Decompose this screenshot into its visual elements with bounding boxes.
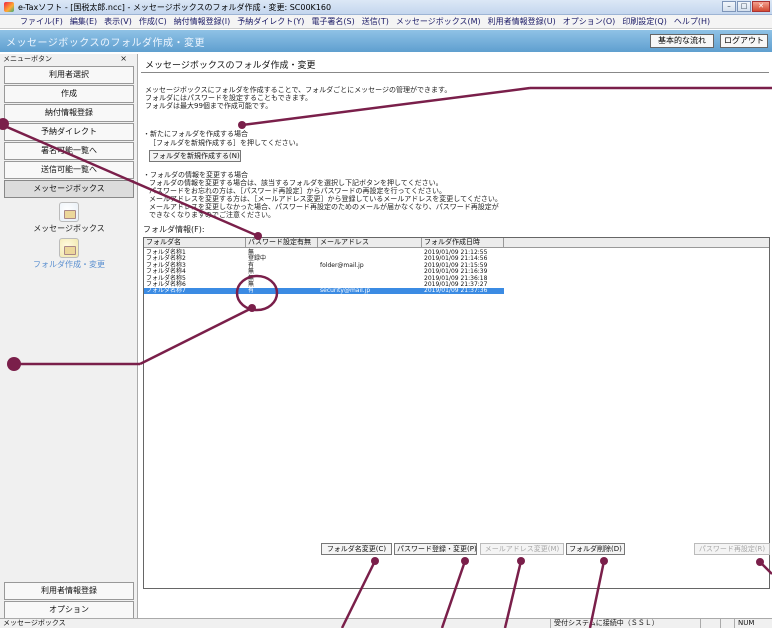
menu-create[interactable]: 作成(C) xyxy=(139,16,167,27)
sidebar-item-user-select[interactable]: 利用者選択 xyxy=(4,66,134,84)
menu-edit[interactable]: 編集(E) xyxy=(70,16,97,27)
intro-line: フォルダにはパスワードを設定することもできます。 xyxy=(145,94,313,102)
intro-line: フォルダは最大99個まで作成可能です。 xyxy=(145,102,273,110)
menu-signature[interactable]: 電子署名(S) xyxy=(311,16,354,27)
window-title: e-Taxソフト - [国税太郎.ncc] - メッセージボックスのフォルダ作成… xyxy=(18,2,332,12)
change-text-line: パスワードをお忘れの方は、［パスワード再設定］からパスワードの再設定を行ってくだ… xyxy=(149,187,446,195)
page-title: メッセージボックスのフォルダ作成・変更 xyxy=(145,61,316,71)
subitem-messagebox[interactable]: メッセージボックス xyxy=(4,202,134,234)
column-header-mail[interactable]: メールアドレス xyxy=(318,238,422,248)
table-cell: folder@mail.jp xyxy=(320,261,364,269)
mail-change-button[interactable]: メールアドレス変更(M) xyxy=(480,543,564,555)
folder-table[interactable]: フォルダ名 パスワード設定有無 メールアドレス フォルダ作成日時 フォルダ名称1… xyxy=(143,237,770,589)
change-text-line: できなくなりますのでご注意ください。 xyxy=(149,211,275,219)
password-button[interactable]: パスワード登録・変更(P) xyxy=(394,543,477,555)
change-text-line: メールアドレスを変更する方は、［メールアドレス変更］から登録しているメールアドレ… xyxy=(149,195,502,203)
menu-options[interactable]: オプション(O) xyxy=(563,16,616,27)
menu-userinfo[interactable]: 利用者情報登録(U) xyxy=(488,16,556,27)
subitem-folder-edit[interactable]: フォルダ作成・変更 xyxy=(4,238,134,270)
menu-messagebox[interactable]: メッセージボックス(M) xyxy=(396,16,481,27)
rename-folder-button[interactable]: フォルダ名変更(C) xyxy=(321,543,392,555)
folder-edit-icon xyxy=(59,238,79,258)
action-bar: フォルダ名変更(C) パスワード登録・変更(P) メールアドレス変更(M) フォ… xyxy=(139,540,772,558)
sidebar-item-userinfo[interactable]: 利用者情報登録 xyxy=(4,582,134,600)
table-cell: フォルダ名称7 xyxy=(146,287,186,295)
new-folder-heading: ・新たにフォルダを作成する場合 xyxy=(143,130,248,138)
status-location: メッセージボックス xyxy=(3,619,66,627)
main-panel: メッセージボックスのフォルダ作成・変更 メッセージボックスにフォルダを作成するこ… xyxy=(139,54,772,618)
minimize-button[interactable]: – xyxy=(722,1,736,12)
status-cell xyxy=(720,619,734,628)
column-header-password[interactable]: パスワード設定有無 xyxy=(246,238,318,248)
change-text-line: メールアドレスを変更しなかった場合、パスワード再設定のためのメールが届かなくなり… xyxy=(149,203,499,211)
menu-file[interactable]: ファイル(F) xyxy=(20,16,63,27)
sidebar-item-payment[interactable]: 納付情報登録 xyxy=(4,104,134,122)
title-bar: e-Taxソフト - [国税太郎.ncc] - メッセージボックスのフォルダ作成… xyxy=(0,0,772,15)
change-folder-heading: ・フォルダの情報を変更する場合 xyxy=(143,171,248,179)
new-folder-button[interactable]: フォルダを新規作成する(N) xyxy=(149,150,241,162)
messagebox-icon xyxy=(59,202,79,222)
status-cell xyxy=(700,619,720,628)
column-header-blank xyxy=(504,238,769,248)
menu-help[interactable]: ヘルプ(H) xyxy=(674,16,710,27)
sidebar-item-create[interactable]: 作成 xyxy=(4,85,134,103)
sidebar: メニューボタン × 利用者選択 作成 納付情報登録 予納ダイレクト 署名可能一覧… xyxy=(0,54,138,619)
status-bar: メッセージボックス 受付システムに接続中（ＳＳＬ） NUM xyxy=(0,618,772,628)
menu-bar: ファイル(F) 編集(E) 表示(V) 作成(C) 納付情報登録(I) 予納ダイ… xyxy=(0,15,772,29)
sidebar-item-direct[interactable]: 予納ダイレクト xyxy=(4,123,134,141)
column-header-created[interactable]: フォルダ作成日時 xyxy=(422,238,504,248)
table-cell: 有 xyxy=(248,287,255,295)
table-cell: security@mail.jp xyxy=(320,287,371,295)
intro-line: メッセージボックスにフォルダを作成することで、フォルダごとにメッセージの管理がで… xyxy=(145,86,452,94)
subitem-label: メッセージボックス xyxy=(33,224,105,233)
menu-view[interactable]: 表示(V) xyxy=(104,16,132,27)
header-title: メッセージボックスのフォルダ作成・変更 xyxy=(6,37,205,49)
new-folder-text: ［フォルダを新規作成する］を押してください。 xyxy=(149,139,303,147)
close-button[interactable]: ✕ xyxy=(752,1,770,12)
status-num: NUM xyxy=(734,619,762,628)
change-text-line: フォルダの情報を変更する場合は、該当するフォルダを選択し下記ボタンを押してくださ… xyxy=(149,179,443,187)
sidebar-item-options[interactable]: オプション xyxy=(4,601,134,619)
menu-print[interactable]: 印刷設定(Q) xyxy=(622,16,667,27)
table-cell: 2019/01/09 21:37:36 xyxy=(424,287,488,295)
menu-payment[interactable]: 納付情報登録(I) xyxy=(174,16,231,27)
column-header-name[interactable]: フォルダ名 xyxy=(144,238,246,248)
app-icon xyxy=(4,2,14,12)
header-bar: メッセージボックスのフォルダ作成・変更 基本的な流れ ログアウト xyxy=(0,30,772,52)
table-label: フォルダ情報(F): xyxy=(143,225,205,234)
sidebar-head-label: メニューボタン xyxy=(3,55,52,63)
status-connection: 受付システムに接続中（ＳＳＬ） xyxy=(550,619,700,628)
menu-direct[interactable]: 予納ダイレクト(Y) xyxy=(237,16,304,27)
menu-send[interactable]: 送信(T) xyxy=(362,16,389,27)
logout-button[interactable]: ログアウト xyxy=(720,34,768,48)
sidebar-item-signable[interactable]: 署名可能一覧へ xyxy=(4,142,134,160)
title-divider xyxy=(141,72,769,73)
basic-flow-button[interactable]: 基本的な流れ xyxy=(650,34,714,48)
sidebar-header: メニューボタン × xyxy=(0,54,137,66)
table-row[interactable]: フォルダ名称7 有 security@mail.jp 2019/01/09 21:37… xyxy=(144,287,504,295)
delete-folder-button[interactable]: フォルダ削除(D) xyxy=(566,543,625,555)
sidebar-item-messagebox[interactable]: メッセージボックス xyxy=(4,180,134,198)
sidebar-close-icon[interactable]: × xyxy=(120,54,127,63)
password-reset-button[interactable]: パスワード再設定(R) xyxy=(694,543,770,555)
subitem-label: フォルダ作成・変更 xyxy=(33,260,105,269)
maximize-button[interactable]: □ xyxy=(737,1,751,12)
sidebar-item-sendable[interactable]: 送信可能一覧へ xyxy=(4,161,134,179)
